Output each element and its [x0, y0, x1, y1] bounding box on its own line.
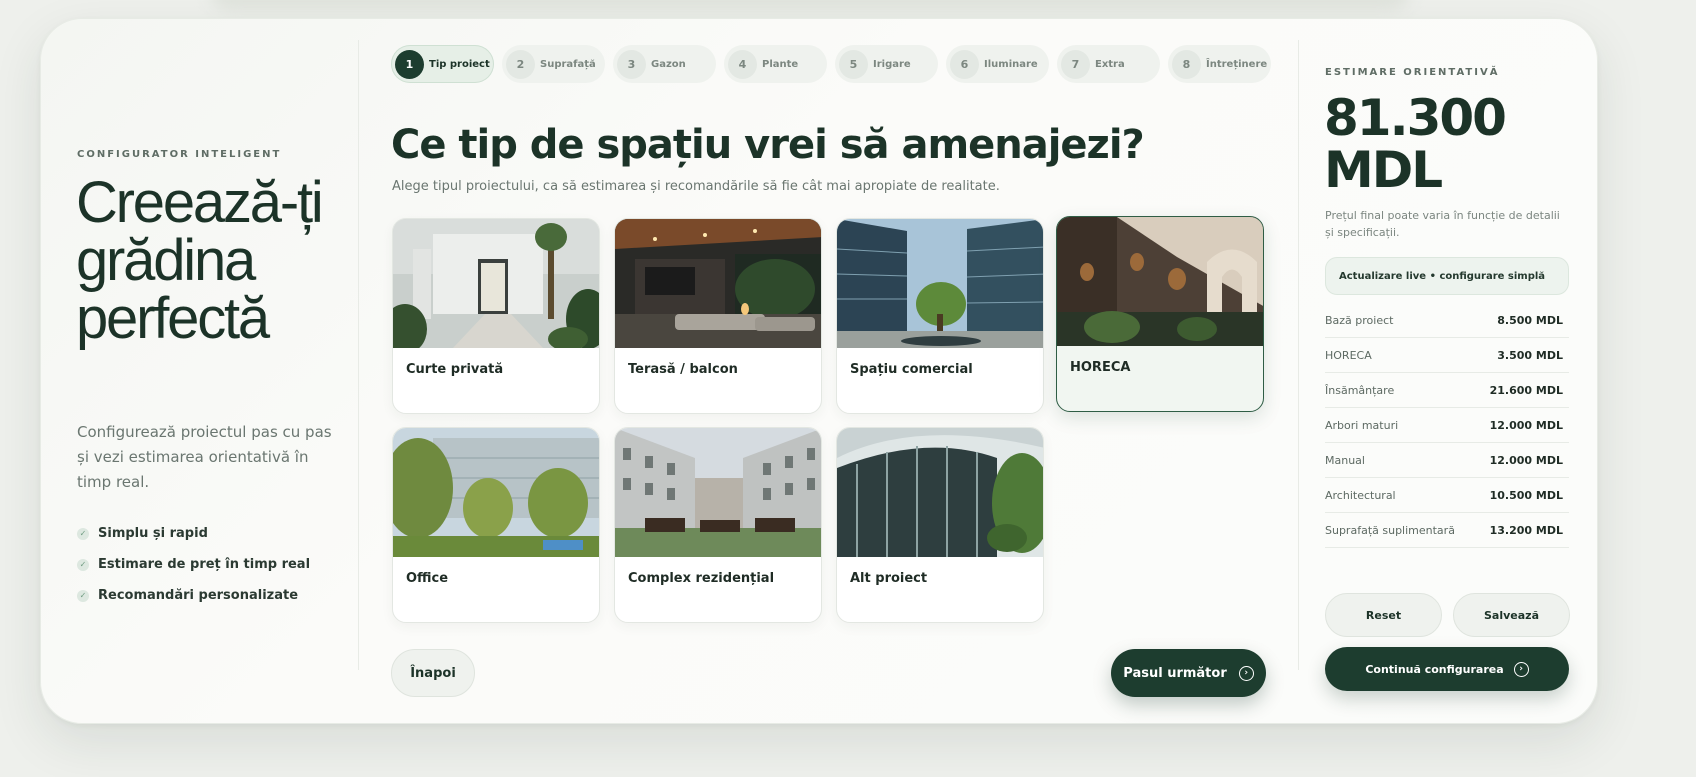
feature-item: ✓ Estimare de preț în timp real	[77, 549, 310, 580]
option-office[interactable]: Office	[392, 427, 600, 623]
step-number: 4	[728, 49, 757, 79]
hero-subtitle: Configurează proiectul pas cu pas și vez…	[77, 423, 332, 491]
continue-label: Continuă configurarea	[1365, 662, 1504, 676]
step-7[interactable]: 7 Extra	[1057, 45, 1160, 83]
breakdown-value: 10.500 MDL	[1489, 488, 1563, 502]
step-label: Tip proiect	[429, 58, 490, 70]
option-label: Office	[406, 571, 449, 586]
option-label: Terasă / balcon	[628, 362, 738, 377]
step-number: 3	[617, 49, 646, 79]
step-5[interactable]: 5 Irigare	[835, 45, 938, 83]
step-label: Plante	[762, 58, 799, 70]
option-photo	[393, 428, 599, 557]
breakdown-value: 12.000 MDL	[1489, 418, 1563, 432]
estimate-eyebrow: ESTIMARE ORIENTATIVĂ	[1325, 67, 1500, 78]
page-title: Ce tip de spațiu vrei să amenajezi?	[391, 122, 1145, 168]
continue-configuration-button[interactable]: Continuă configurarea ›	[1325, 647, 1569, 691]
save-button[interactable]: Salvează	[1453, 593, 1570, 637]
breakdown-label: Suprafață suplimentară	[1325, 523, 1455, 537]
breakdown-label: HORECA	[1325, 348, 1372, 362]
option-label: Alt proiect	[850, 571, 928, 586]
option-photo	[615, 428, 821, 557]
breakdown-row: Manual 12.000 MDL	[1325, 443, 1569, 478]
step-4[interactable]: 4 Plante	[724, 45, 827, 83]
breakdown-value: 12.000 MDL	[1489, 453, 1563, 467]
option-terasa-balcon[interactable]: Terasă / balcon	[614, 218, 822, 414]
feature-list: ✓ Simplu și rapid ✓ Estimare de preț în ti…	[77, 518, 310, 611]
breakdown-row: Suprafață suplimentară 13.200 MDL	[1325, 513, 1569, 548]
feature-label: Estimare de preț în timp real	[98, 557, 311, 572]
step-number: 7	[1061, 49, 1090, 79]
check-icon: ✓	[77, 589, 89, 602]
step-6[interactable]: 6 Iluminare	[946, 45, 1049, 83]
step-number: 8	[1172, 49, 1201, 79]
option-alt-proiect[interactable]: Alt proiect	[836, 427, 1044, 623]
step-label: Iluminare	[984, 58, 1038, 70]
step-progress: 1 Tip proiect 2 Suprafață 3 Gazon 4 Plante 5…	[391, 45, 1271, 83]
step-number: 6	[950, 49, 979, 79]
estimate-note: Prețul final poate varia în funcție de d…	[1325, 209, 1560, 239]
step-1[interactable]: 1 Tip proiect	[391, 45, 494, 83]
hero-eyebrow: CONFIGURATOR INTELIGENT	[77, 149, 282, 160]
step-label: Suprafață	[540, 58, 596, 70]
step-number: 5	[839, 49, 868, 79]
next-step-button[interactable]: Pasul următor ›	[1111, 649, 1266, 697]
feature-label: Recomandări personalizate	[98, 588, 299, 603]
option-label: HORECA	[1070, 360, 1131, 375]
breakdown-row: Însămânțare 21.600 MDL	[1325, 373, 1569, 408]
top-decor-shadow	[210, 0, 1410, 10]
breakdown-label: Manual	[1325, 453, 1365, 467]
breakdown-label: Arbori maturi	[1325, 418, 1399, 432]
step-label: Întreținere	[1206, 58, 1268, 70]
arrow-right-circle-icon: ›	[1513, 661, 1529, 677]
option-photo	[1057, 217, 1263, 346]
option-label: Complex rezidențial	[628, 571, 775, 586]
step-number: 1	[395, 49, 424, 79]
check-icon: ✓	[77, 558, 89, 571]
option-horeca[interactable]: HORECA	[1056, 216, 1264, 412]
step-number: 2	[506, 49, 535, 79]
check-icon: ✓	[77, 527, 89, 540]
breakdown-label: Bază proiect	[1325, 313, 1394, 327]
breakdown-value: 3.500 MDL	[1497, 348, 1563, 362]
option-complex-rezidential[interactable]: Complex rezidențial	[614, 427, 822, 623]
price-breakdown: Bază proiect 8.500 MDL HORECA 3.500 MDL În…	[1325, 303, 1569, 548]
breakdown-row: HORECA 3.500 MDL	[1325, 338, 1569, 373]
reset-button[interactable]: Reset	[1325, 593, 1442, 637]
estimate-total: 81.300 MDL	[1324, 89, 1507, 199]
arrow-right-circle-icon: ›	[1238, 665, 1254, 681]
step-2[interactable]: 2 Suprafață	[502, 45, 605, 83]
option-label: Curte privată	[406, 362, 504, 377]
breakdown-row: Bază proiect 8.500 MDL	[1325, 303, 1569, 338]
step-8[interactable]: 8 Întreținere	[1168, 45, 1271, 83]
option-photo	[837, 219, 1043, 348]
right-divider	[1298, 40, 1299, 670]
breakdown-label: Însămânțare	[1325, 383, 1395, 397]
option-curte-privata[interactable]: Curte privată	[392, 218, 600, 414]
live-update-badge: Actualizare live • configurare simplă	[1325, 257, 1569, 295]
feature-item: ✓ Recomandări personalizate	[77, 580, 310, 611]
breakdown-value: 8.500 MDL	[1497, 313, 1563, 327]
breakdown-row: Architectural 10.500 MDL	[1325, 478, 1569, 513]
feature-item: ✓ Simplu și rapid	[77, 518, 310, 549]
step-label: Irigare	[873, 58, 911, 70]
left-divider	[358, 40, 359, 670]
breakdown-value: 21.600 MDL	[1489, 383, 1563, 397]
option-spatiu-comercial[interactable]: Spațiu comercial	[836, 218, 1044, 414]
feature-label: Simplu și rapid	[98, 526, 208, 541]
back-button[interactable]: Înapoi	[391, 649, 475, 697]
next-step-label: Pasul următor	[1123, 665, 1227, 681]
page-subtitle: Alege tipul proiectului, ca să estimarea…	[392, 179, 1000, 194]
breakdown-label: Architectural	[1325, 488, 1396, 502]
breakdown-row: Arbori maturi 12.000 MDL	[1325, 408, 1569, 443]
option-label: Spațiu comercial	[850, 362, 973, 377]
step-3[interactable]: 3 Gazon	[613, 45, 716, 83]
option-photo	[615, 219, 821, 348]
hero-title: Creează-ți grădina perfectă	[76, 170, 324, 351]
step-label: Gazon	[651, 58, 686, 70]
step-label: Extra	[1095, 58, 1125, 70]
option-photo	[837, 428, 1043, 557]
breakdown-value: 13.200 MDL	[1489, 523, 1563, 537]
option-photo	[393, 219, 599, 348]
